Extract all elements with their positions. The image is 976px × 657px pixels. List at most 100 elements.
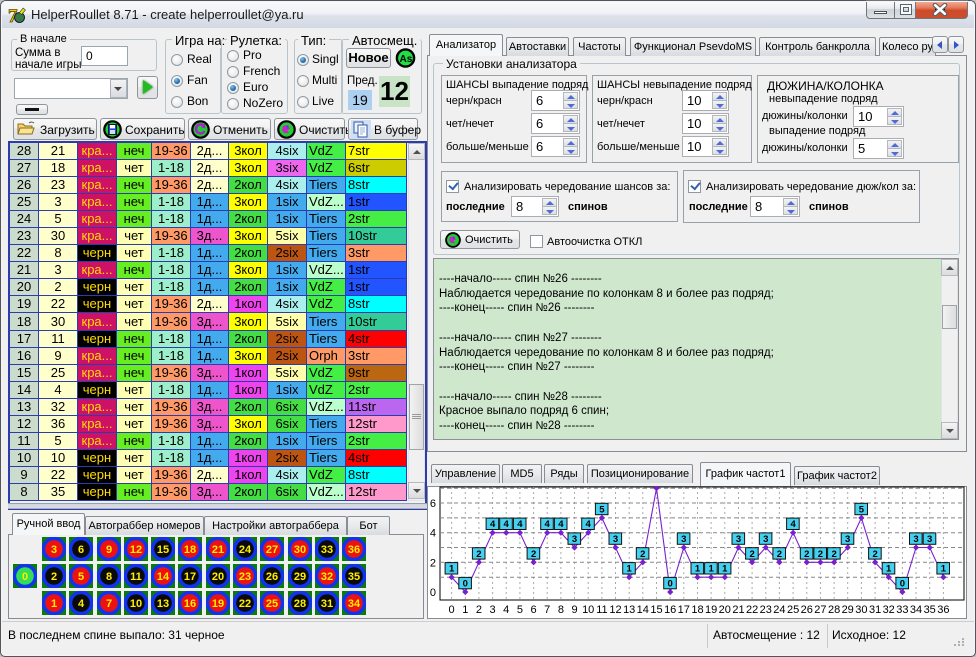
svg-text:19: 19 [705,604,717,616]
svg-text:3: 3 [490,604,496,616]
svg-text:4: 4 [504,519,510,530]
svg-text:4: 4 [430,528,436,540]
svg-text:28: 28 [828,604,840,616]
svg-text:5: 5 [517,604,523,616]
svg-text:1: 1 [51,598,57,610]
svg-text:13: 13 [157,598,169,610]
svg-text:4: 4 [503,604,509,616]
svg-text:2: 2 [804,549,809,560]
svg-text:2: 2 [749,549,754,560]
svg-text:30: 30 [294,544,306,556]
svg-text:21: 21 [212,544,224,556]
svg-text:29: 29 [294,571,306,583]
svg-text:0: 0 [22,571,28,583]
svg-text:12: 12 [609,604,621,616]
svg-text:36: 36 [937,604,949,616]
svg-text:5: 5 [859,504,865,515]
svg-text:26: 26 [801,604,813,616]
svg-text:2: 2 [818,549,823,560]
svg-text:12: 12 [130,544,142,556]
svg-text:23: 23 [760,604,772,616]
svg-text:22: 22 [746,604,758,616]
svg-text:6: 6 [78,544,84,556]
svg-text:4: 4 [517,519,523,530]
svg-text:5: 5 [78,571,84,583]
svg-text:4: 4 [558,519,564,530]
svg-text:3: 3 [572,534,577,545]
svg-text:11: 11 [130,571,142,583]
svg-text:10: 10 [582,604,594,616]
svg-text:1: 1 [941,564,947,575]
svg-text:2: 2 [430,557,436,569]
svg-text:0: 0 [463,579,468,590]
svg-text:2: 2 [476,549,481,560]
svg-text:35: 35 [924,604,936,616]
svg-text:4: 4 [790,519,796,530]
svg-text:3: 3 [681,534,686,545]
svg-text:3: 3 [763,534,768,545]
svg-text:20: 20 [212,571,224,583]
svg-text:9: 9 [106,544,112,556]
svg-text:27: 27 [814,604,826,616]
svg-text:24: 24 [773,604,785,616]
svg-text:17: 17 [184,571,196,583]
svg-text:3: 3 [845,534,850,545]
svg-text:18: 18 [184,544,196,556]
svg-text:15: 15 [157,544,169,556]
svg-text:4: 4 [545,519,551,530]
svg-text:30: 30 [855,604,867,616]
svg-text:0: 0 [900,579,905,590]
svg-text:1: 1 [627,564,633,575]
svg-text:10: 10 [130,598,142,610]
svg-text:32: 32 [883,604,895,616]
svg-text:2: 2 [872,549,877,560]
svg-text:4: 4 [490,519,496,530]
svg-text:25: 25 [787,604,799,616]
svg-text:15: 15 [650,604,662,616]
svg-text:1: 1 [449,564,455,575]
svg-text:2: 2 [777,549,782,560]
svg-text:9: 9 [571,604,577,616]
svg-text:23: 23 [239,571,251,583]
svg-text:7: 7 [106,598,112,610]
svg-text:16: 16 [184,598,196,610]
svg-text:5: 5 [599,504,605,515]
svg-text:32: 32 [321,571,333,583]
svg-text:13: 13 [623,604,635,616]
svg-text:33: 33 [896,604,908,616]
svg-text:2: 2 [531,549,536,560]
svg-text:1: 1 [708,564,714,575]
svg-text:6: 6 [531,604,537,616]
svg-text:1: 1 [722,564,728,575]
svg-text:2: 2 [640,549,645,560]
svg-text:1: 1 [886,564,892,575]
svg-text:4: 4 [78,598,85,610]
svg-text:3: 3 [736,534,741,545]
svg-text:36: 36 [348,544,360,556]
svg-text:1: 1 [462,604,468,616]
svg-text:2: 2 [831,549,836,560]
svg-text:14: 14 [157,571,170,583]
svg-text:18: 18 [691,604,703,616]
svg-text:8: 8 [558,604,564,616]
svg-text:0: 0 [668,579,673,590]
svg-text:35: 35 [348,571,360,583]
svg-text:22: 22 [239,598,251,610]
svg-text:6: 6 [430,498,436,510]
svg-text:34: 34 [910,604,922,616]
svg-text:2: 2 [51,571,57,583]
svg-text:2: 2 [476,604,482,616]
svg-text:7: 7 [544,604,550,616]
svg-text:27: 27 [266,544,278,556]
svg-text:11: 11 [596,604,607,616]
svg-text:24: 24 [239,544,252,556]
svg-text:1: 1 [695,564,701,575]
svg-text:17: 17 [678,604,690,616]
svg-text:21: 21 [732,604,744,616]
svg-text:34: 34 [348,598,361,610]
svg-text:8: 8 [106,571,112,583]
svg-text:14: 14 [637,604,649,616]
svg-text:3: 3 [913,534,918,545]
svg-text:0: 0 [449,604,455,616]
svg-text:As: As [400,54,413,65]
